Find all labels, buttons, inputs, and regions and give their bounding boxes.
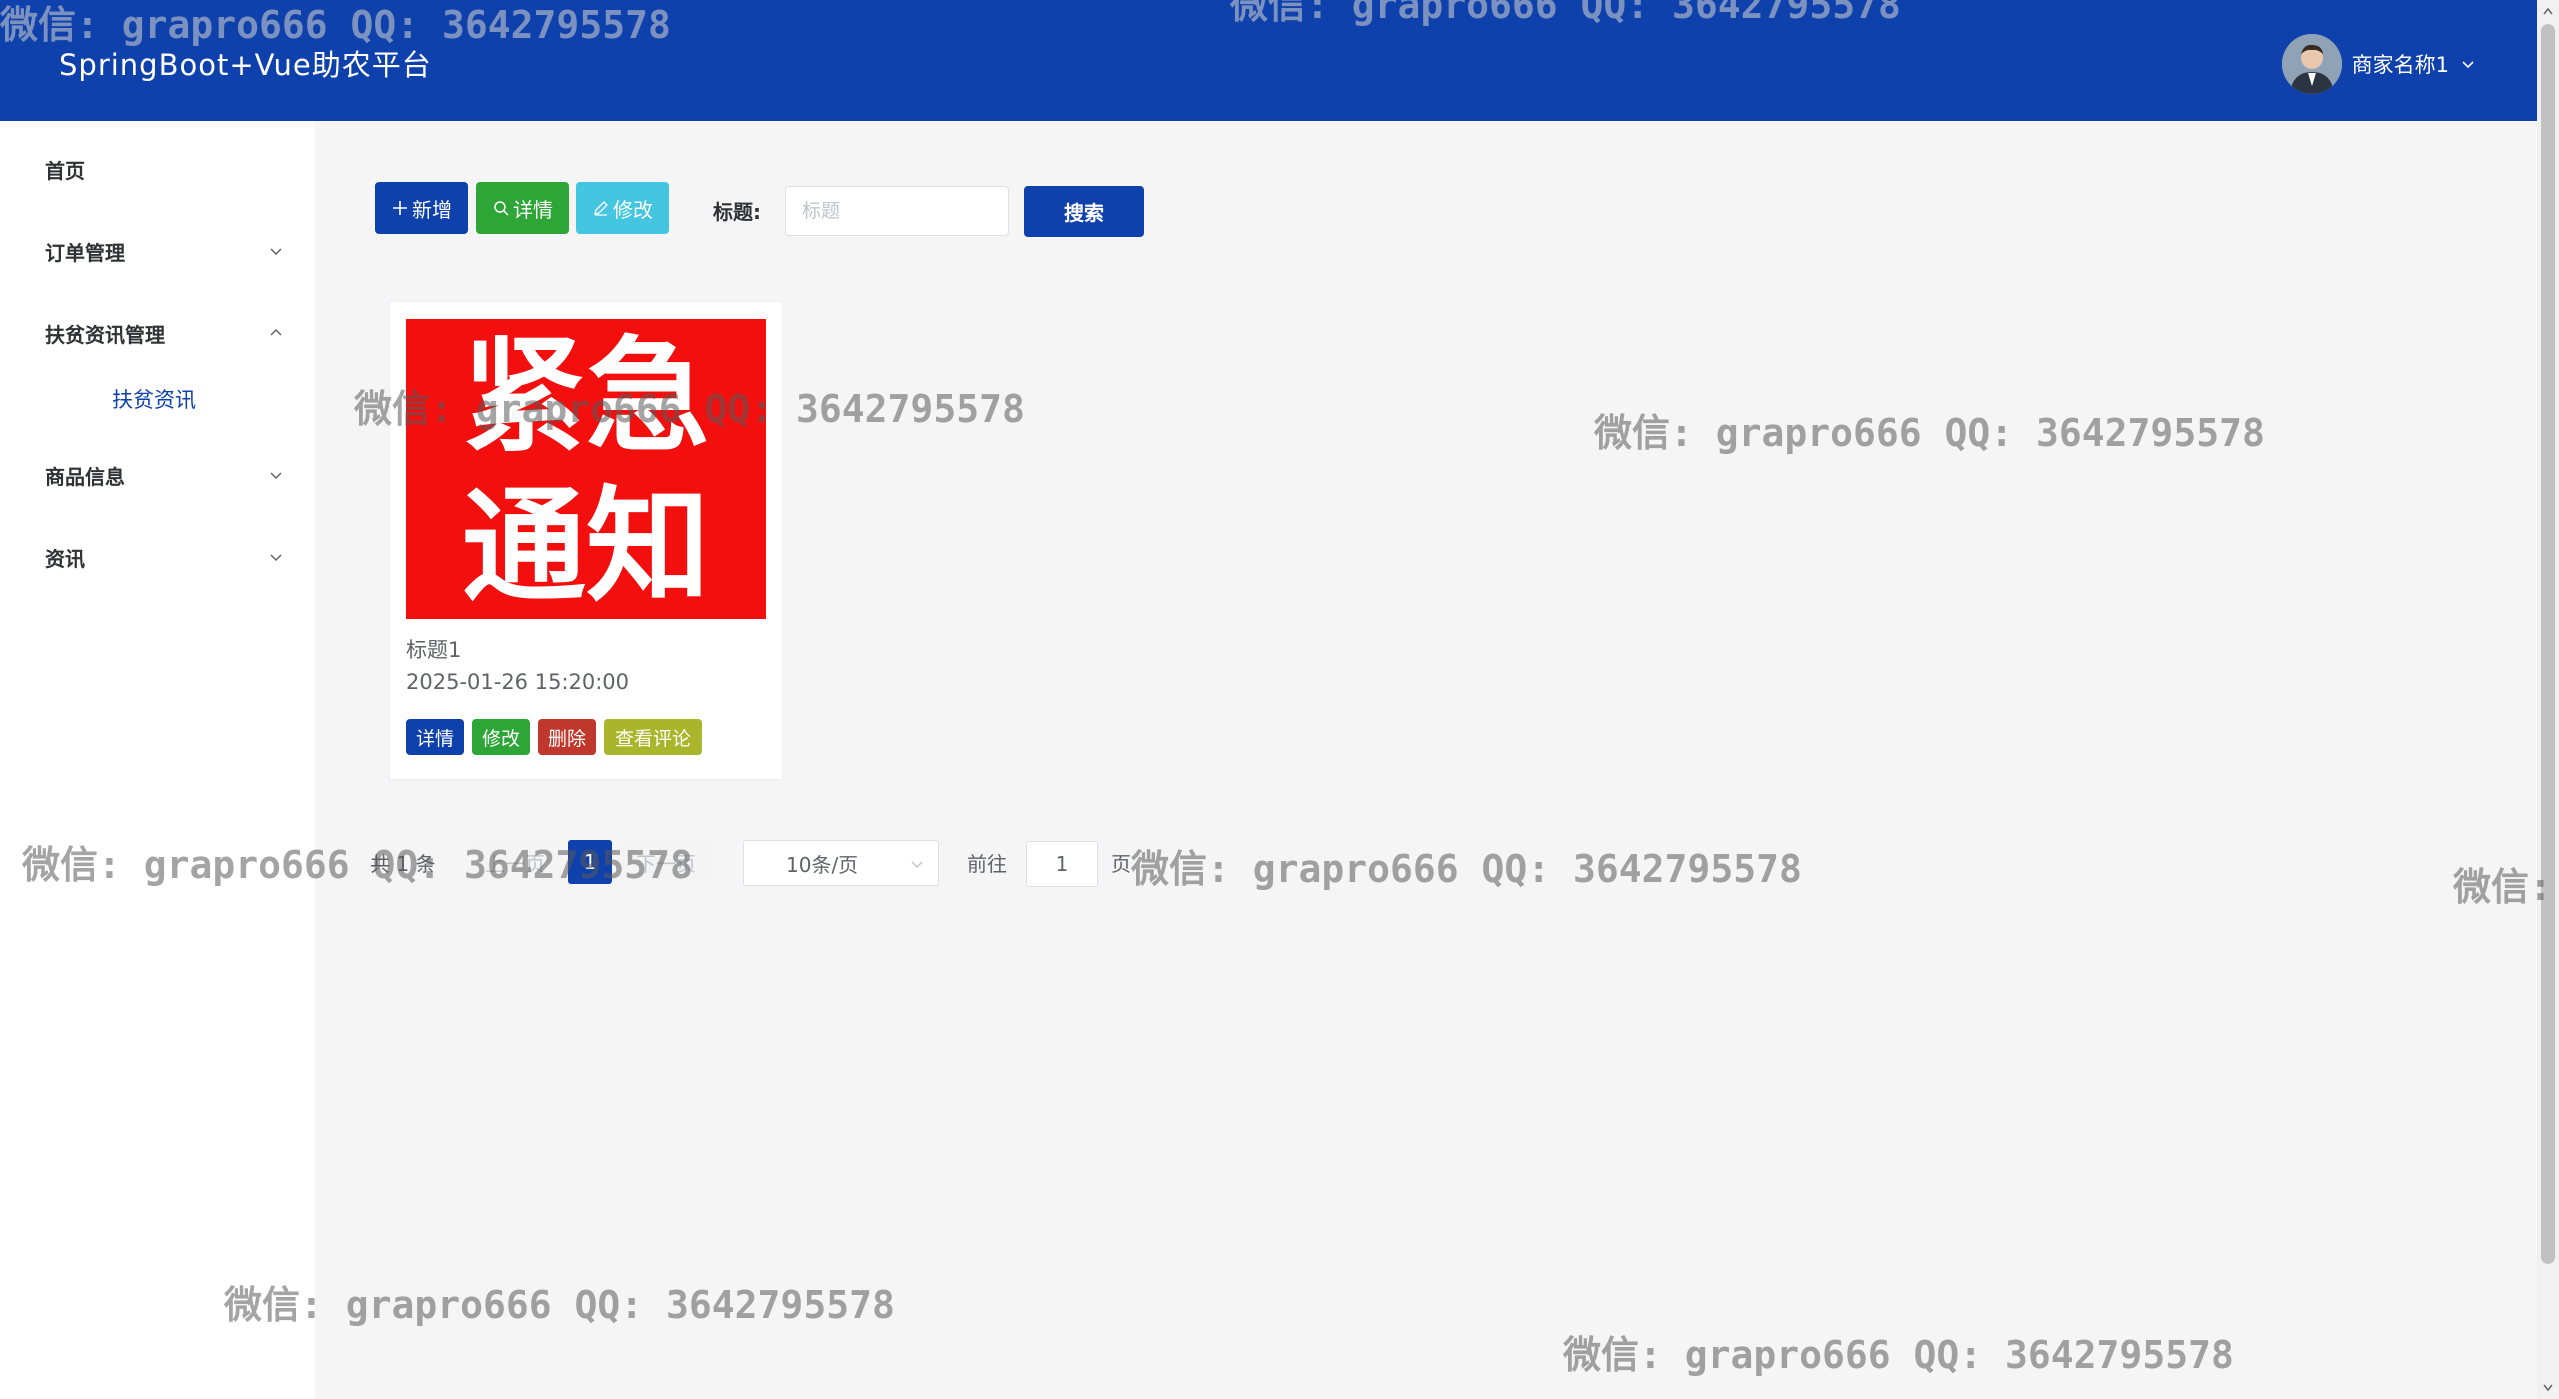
card-view-comments-button[interactable]: 查看评论 bbox=[604, 719, 702, 755]
vertical-scrollbar[interactable] bbox=[2537, 0, 2559, 1399]
card-detail-button[interactable]: 详情 bbox=[406, 719, 464, 755]
scroll-down-arrow-icon[interactable] bbox=[2537, 1377, 2559, 1399]
scroll-up-arrow-icon[interactable] bbox=[2537, 0, 2559, 22]
search-icon bbox=[494, 201, 509, 216]
sidebar-item-news[interactable]: 资讯 bbox=[0, 527, 315, 587]
title-filter-label: 标题: bbox=[713, 200, 761, 224]
image-text-line-1: 紧急 bbox=[462, 325, 710, 469]
pagination-prev-button[interactable]: 上一页 bbox=[467, 840, 563, 884]
user-name: 商家名称1 bbox=[2351, 53, 2449, 77]
news-card: 紧急 通知 标题1 2025-01-26 15:20:00 详情 修改 删除 查… bbox=[389, 301, 783, 780]
watermark: 微信: grapro666 QQ: 3642795578 bbox=[1594, 411, 2265, 455]
sidebar-subitem-poverty-news[interactable]: 扶贫资讯 bbox=[0, 371, 315, 427]
chevron-down-icon bbox=[270, 472, 282, 480]
watermark: 微信: grapro666 QQ: 3642795578 bbox=[1131, 847, 1802, 891]
add-button-label: 新增 bbox=[412, 197, 452, 222]
sidebar-item-label: 资讯 bbox=[45, 546, 85, 571]
goto-page-input[interactable] bbox=[1026, 841, 1098, 887]
goto-page-suffix: 页 bbox=[1111, 852, 1131, 876]
pagination-prev-label: 上一页 bbox=[485, 851, 545, 876]
news-title: 标题1 bbox=[406, 638, 462, 662]
chevron-up-icon bbox=[270, 328, 282, 336]
page-size-select[interactable]: 10条/页 bbox=[743, 840, 939, 886]
app-title: SpringBoot+Vue助农平台 bbox=[59, 48, 432, 82]
title-search-input[interactable] bbox=[785, 186, 1009, 236]
card-detail-button-label: 详情 bbox=[415, 727, 454, 750]
watermark: 微信: grapro666 QQ: 3642795578 bbox=[224, 1283, 895, 1327]
search-button-label: 搜索 bbox=[1064, 201, 1104, 225]
pagination-next-label: 下一页 bbox=[636, 851, 696, 876]
card-edit-button-label: 修改 bbox=[481, 727, 520, 750]
emergency-notice-image-text: 紧急 通知 bbox=[462, 325, 710, 619]
chevron-down-icon bbox=[270, 554, 282, 562]
sidebar: 首页 订单管理 扶贫资讯管理 扶贫资讯 商品信息 资讯 bbox=[0, 121, 315, 1399]
scrollbar-thumb[interactable] bbox=[2541, 24, 2555, 1264]
card-view-comments-button-label: 查看评论 bbox=[614, 727, 691, 750]
search-button[interactable]: 搜索 bbox=[1024, 186, 1144, 237]
edit-button[interactable]: 修改 bbox=[576, 182, 669, 234]
sidebar-item-label: 商品信息 bbox=[45, 464, 125, 489]
chevron-down-icon bbox=[911, 861, 923, 869]
page-size-value: 10条/页 bbox=[786, 852, 859, 877]
sidebar-item-home[interactable]: 首页 bbox=[0, 139, 315, 199]
sidebar-item-order-management[interactable]: 订单管理 bbox=[0, 221, 315, 281]
sidebar-item-label: 首页 bbox=[45, 158, 85, 183]
watermark: 微信: grapro666 QQ: 3642795578 bbox=[1230, 0, 1901, 27]
sidebar-item-label: 订单管理 bbox=[45, 240, 125, 265]
pagination-next-button[interactable]: 下一页 bbox=[618, 840, 714, 884]
goto-page-label: 前往 bbox=[967, 852, 1007, 876]
chevron-down-icon bbox=[2459, 55, 2477, 73]
sidebar-item-poverty-news-management[interactable]: 扶贫资讯管理 bbox=[0, 303, 315, 363]
news-cover-image[interactable]: 紧急 通知 bbox=[406, 319, 766, 619]
pagination-total: 共 1 条 bbox=[370, 852, 436, 876]
edit-button-label: 修改 bbox=[613, 197, 653, 222]
avatar bbox=[2281, 34, 2342, 94]
add-button[interactable]: 新增 bbox=[375, 182, 468, 234]
card-edit-button[interactable]: 修改 bbox=[472, 719, 530, 755]
sidebar-subitem-label: 扶贫资讯 bbox=[112, 388, 196, 412]
chevron-down-icon bbox=[270, 248, 282, 256]
sidebar-item-product-info[interactable]: 商品信息 bbox=[0, 445, 315, 505]
edit-icon bbox=[594, 201, 608, 216]
user-menu[interactable]: 商家名称1 bbox=[2281, 34, 2477, 94]
detail-button-label: 详情 bbox=[513, 197, 553, 222]
watermark: 微信: grapro666 QQ: 3642795578 bbox=[1563, 1333, 2234, 1377]
top-header: SpringBoot+Vue助农平台 商家名称1 微信: grapro666 Q… bbox=[0, 0, 2537, 121]
card-delete-button[interactable]: 删除 bbox=[538, 719, 596, 755]
card-delete-button-label: 删除 bbox=[547, 727, 586, 750]
plus-icon bbox=[393, 201, 407, 215]
pagination-page-button[interactable]: 1 bbox=[568, 840, 612, 884]
sidebar-item-label: 扶贫资讯管理 bbox=[45, 322, 165, 347]
pagination-page-number: 1 bbox=[583, 850, 597, 874]
image-text-line-2: 通知 bbox=[462, 475, 710, 619]
detail-button[interactable]: 详情 bbox=[476, 182, 569, 234]
news-date: 2025-01-26 15:20:00 bbox=[406, 670, 630, 694]
